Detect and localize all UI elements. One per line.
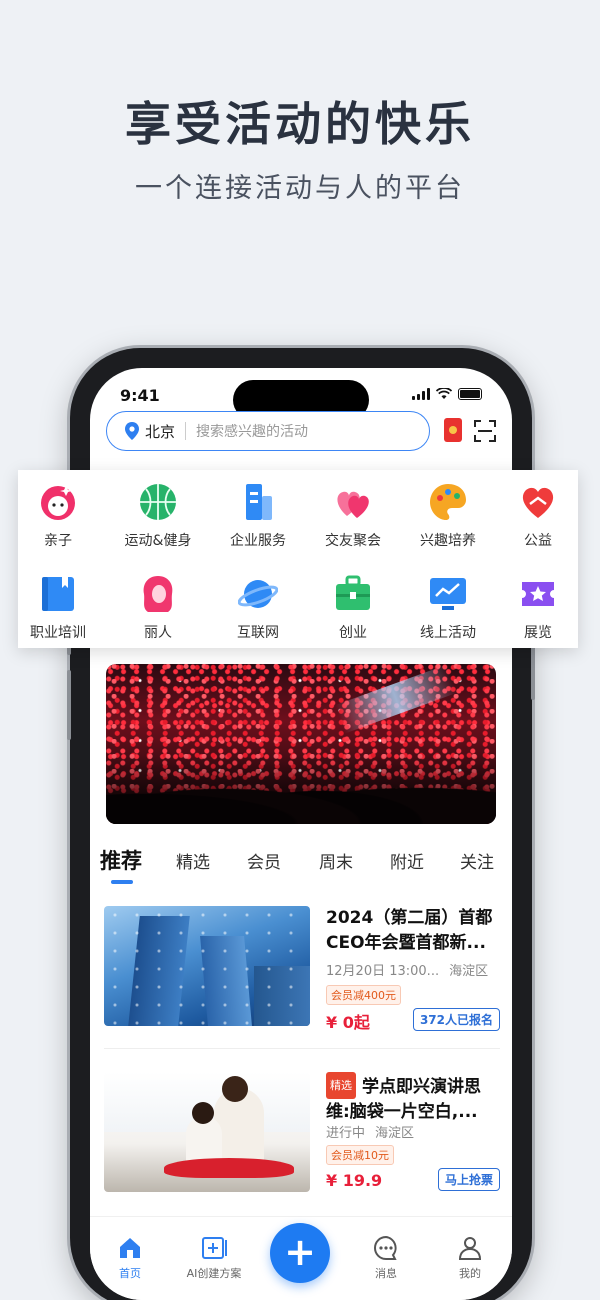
category-grid: 亲子 运动&健身 企业服务 交友聚会 兴趣培养 公益 职业培训 丽人 互联网 创… bbox=[18, 470, 578, 648]
event-card[interactable]: 2024（第二届）首都CEO年会暨首都新... 12月20日 13:00... 海… bbox=[104, 906, 500, 1046]
category-exhibition[interactable]: 展览 bbox=[488, 574, 588, 642]
category-startup[interactable]: 创业 bbox=[303, 574, 403, 642]
event-district: 海淀区 bbox=[449, 964, 489, 979]
signal-icon bbox=[412, 388, 430, 400]
nav-messages-label: 消息 bbox=[375, 1267, 397, 1280]
event-thumbnail bbox=[104, 906, 310, 1026]
event-title: 2024（第二届）首都CEO年会暨首都新... bbox=[326, 908, 493, 953]
nav-ai-plan-label: AI创建方案 bbox=[186, 1267, 242, 1280]
category-label: 公益 bbox=[524, 533, 552, 549]
tab-weekend[interactable]: 周末 bbox=[319, 848, 353, 873]
member-coupon-badge: 会员减400元 bbox=[326, 985, 401, 1005]
battery-icon bbox=[458, 388, 482, 400]
search-bar[interactable]: 北京 搜索感兴趣的活动 bbox=[106, 411, 430, 451]
event-thumbnail bbox=[104, 1072, 310, 1192]
building-icon bbox=[246, 484, 272, 520]
bottom-nav: 首页 AI创建方案 + 消息 我的 bbox=[90, 1216, 512, 1300]
category-charity[interactable]: 公益 bbox=[488, 482, 588, 550]
phone-volume-down bbox=[67, 670, 71, 740]
nav-home-label: 首页 bbox=[119, 1267, 141, 1280]
signup-count-badge[interactable]: 372人已报名 bbox=[412, 1008, 500, 1031]
category-label: 展览 bbox=[524, 625, 552, 641]
category-kids[interactable]: 亲子 bbox=[8, 482, 108, 550]
promo-banner[interactable] bbox=[106, 664, 496, 824]
event-meta: 进行中 海淀区 bbox=[326, 1122, 414, 1141]
status-time: 9:41 bbox=[120, 386, 160, 405]
feed-tabs: 推荐 精选 会员 周末 附近 关注 bbox=[90, 848, 512, 888]
event-price: ¥ 19.9 bbox=[326, 1171, 383, 1190]
wifi-icon bbox=[436, 388, 452, 399]
hero-title: 享受活动的快乐 bbox=[125, 97, 475, 151]
category-label: 企业服务 bbox=[230, 533, 286, 549]
category-label: 丽人 bbox=[144, 625, 172, 641]
home-icon bbox=[120, 1238, 140, 1258]
search-divider bbox=[185, 422, 187, 440]
event-price: ¥ 0起 bbox=[326, 1013, 370, 1032]
tab-recommend[interactable]: 推荐 bbox=[100, 845, 142, 875]
palette-icon bbox=[430, 484, 466, 520]
event-time: 12月20日 13:00... bbox=[326, 964, 440, 979]
featured-badge: 精选 bbox=[326, 1072, 356, 1099]
ai-plan-icon bbox=[202, 1237, 227, 1259]
member-coupon-badge: 会员减10元 bbox=[326, 1145, 394, 1165]
basketball-icon bbox=[140, 484, 176, 520]
hero-subtitle: 一个连接活动与人的平台 bbox=[135, 173, 465, 204]
category-label: 亲子 bbox=[44, 533, 72, 549]
tab-active-indicator bbox=[111, 880, 133, 884]
tab-featured[interactable]: 精选 bbox=[176, 848, 210, 873]
create-event-button[interactable]: + bbox=[270, 1223, 330, 1283]
search-input[interactable]: 搜索感兴趣的活动 bbox=[196, 421, 308, 441]
category-enterprise[interactable]: 企业服务 bbox=[208, 482, 308, 550]
event-time: 进行中 bbox=[326, 1126, 366, 1141]
tab-nearby[interactable]: 附近 bbox=[390, 848, 424, 873]
category-label: 互联网 bbox=[237, 625, 279, 641]
user-icon bbox=[458, 1237, 482, 1260]
category-label: 创业 bbox=[339, 625, 367, 641]
event-meta: 12月20日 13:00... 海淀区 bbox=[326, 960, 488, 979]
buy-ticket-button[interactable]: 马上抢票 bbox=[437, 1168, 500, 1191]
category-social[interactable]: 交友聚会 bbox=[303, 482, 403, 550]
heart-hands-icon bbox=[522, 487, 554, 518]
kids-face-icon bbox=[41, 486, 75, 520]
category-internet[interactable]: 互联网 bbox=[208, 574, 308, 642]
book-icon bbox=[42, 577, 74, 611]
category-hobby[interactable]: 兴趣培养 bbox=[398, 482, 498, 550]
event-title: 精选 学点即兴演讲思维:脑袋一片空白,... bbox=[326, 1072, 500, 1125]
ticket-star-icon bbox=[522, 582, 554, 606]
category-label: 运动&健身 bbox=[124, 533, 192, 549]
hearts-icon bbox=[337, 491, 369, 518]
category-career[interactable]: 职业培训 bbox=[8, 574, 108, 642]
event-card[interactable]: 精选 学点即兴演讲思维:脑袋一片空白,... 进行中 海淀区 会员减10元 ¥ 19… bbox=[104, 1072, 500, 1212]
category-card: 亲子 运动&健身 企业服务 交友聚会 兴趣培养 公益 职业培训 丽人 互联网 创… bbox=[18, 470, 578, 648]
nav-mine[interactable]: 我的 bbox=[430, 1235, 510, 1281]
category-label: 线上活动 bbox=[420, 625, 476, 641]
category-sports[interactable]: 运动&健身 bbox=[108, 482, 208, 550]
planet-icon bbox=[238, 580, 278, 608]
category-online[interactable]: 线上活动 bbox=[398, 574, 498, 642]
status-icons bbox=[412, 388, 482, 400]
briefcase-icon bbox=[336, 575, 370, 610]
banner-crowd bbox=[106, 754, 496, 824]
scan-icon[interactable] bbox=[474, 420, 496, 442]
city-selector[interactable]: 北京 bbox=[145, 421, 175, 442]
card-divider bbox=[104, 1048, 500, 1049]
woman-icon bbox=[143, 576, 173, 612]
chat-bubble-icon bbox=[374, 1235, 397, 1260]
location-pin-icon bbox=[125, 422, 139, 440]
red-envelope-icon[interactable] bbox=[444, 418, 462, 442]
event-district: 海淀区 bbox=[375, 1126, 415, 1141]
nav-messages[interactable]: 消息 bbox=[346, 1235, 426, 1281]
category-label: 职业培训 bbox=[30, 625, 86, 641]
screen-chart-icon bbox=[430, 578, 466, 610]
category-label: 交友聚会 bbox=[325, 533, 381, 549]
nav-mine-label: 我的 bbox=[459, 1267, 481, 1280]
nav-ai-plan[interactable]: AI创建方案 bbox=[174, 1235, 254, 1281]
category-label: 兴趣培养 bbox=[420, 533, 476, 549]
category-beauty[interactable]: 丽人 bbox=[108, 574, 208, 642]
nav-home[interactable]: 首页 bbox=[90, 1235, 170, 1281]
tab-following[interactable]: 关注 bbox=[460, 848, 494, 873]
tab-member[interactable]: 会员 bbox=[247, 848, 281, 873]
